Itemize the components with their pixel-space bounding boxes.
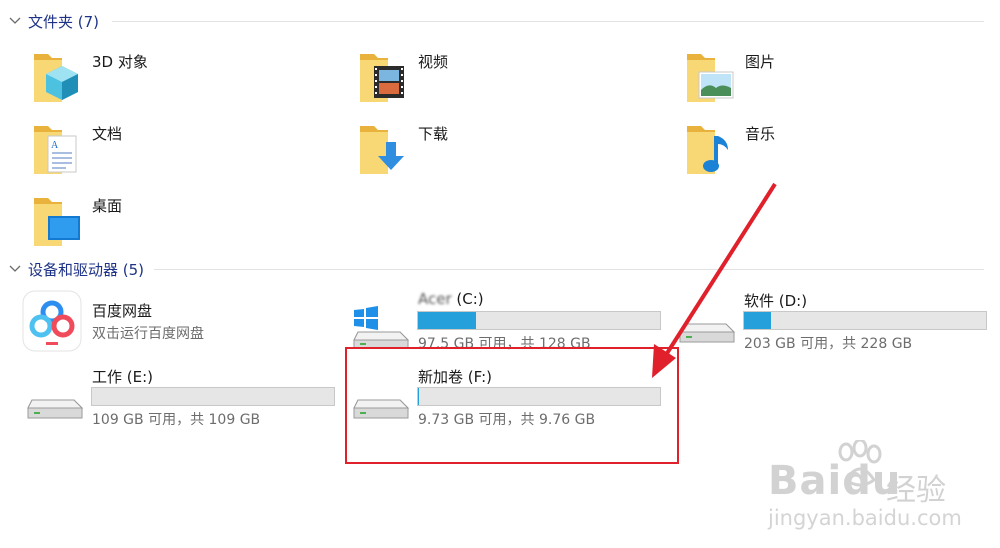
drive-e[interactable]: 工作 (E:) 109 GB 可用，共 109 GB xyxy=(22,364,342,430)
baidu-netdisk-item[interactable]: 百度网盘 双击运行百度网盘 xyxy=(20,288,330,354)
drive-usage-fill xyxy=(418,312,476,329)
downloads-folder-icon xyxy=(360,126,404,174)
videos-folder-icon xyxy=(360,54,404,102)
folder-label: 图片 xyxy=(745,53,776,71)
devices-section-title: 设备和驱动器 (5) xyxy=(28,261,145,279)
baidu-netdisk-icon xyxy=(22,290,82,352)
drive-usage-fill xyxy=(744,312,771,329)
section-divider xyxy=(154,269,984,270)
hard-drive-icon xyxy=(679,323,736,343)
drive-space-info: 109 GB 可用，共 109 GB xyxy=(92,412,261,428)
watermark-brand: Baidu xyxy=(768,458,902,504)
windows-drive-icon xyxy=(353,306,410,349)
folders-section-title: 文件夹 (7) xyxy=(28,13,100,31)
music-folder-icon xyxy=(687,126,728,174)
baidu-jingyan-watermark: Baidu 经验 jingyan.baidu.com xyxy=(768,440,990,540)
folder-label: 音乐 xyxy=(745,125,776,143)
folder-music[interactable]: 音乐 xyxy=(683,116,983,180)
drive-usage-bar xyxy=(417,311,661,330)
folder-label: 桌面 xyxy=(92,197,123,215)
drive-space-info: 203 GB 可用，共 228 GB xyxy=(744,336,913,352)
drive-d[interactable]: 软件 (D:) 203 GB 可用，共 228 GB xyxy=(674,288,994,354)
baidu-netdisk-name: 百度网盘 xyxy=(92,302,153,320)
pictures-folder-icon xyxy=(687,54,734,102)
highlight-box xyxy=(345,347,679,464)
folder-documents[interactable]: A 文档 xyxy=(30,116,330,180)
documents-folder-icon: A xyxy=(34,126,77,174)
folder-downloads[interactable]: 下载 xyxy=(356,116,656,180)
folder-desktop[interactable]: 桌面 xyxy=(30,188,330,252)
folder-label: 文档 xyxy=(92,125,123,143)
folder-label: 下载 xyxy=(418,125,449,143)
watermark-url: jingyan.baidu.com xyxy=(768,506,962,530)
drive-name: 软件 (D:) xyxy=(744,292,808,310)
drive-usage-bar xyxy=(91,387,335,406)
baidu-netdisk-subtitle: 双击运行百度网盘 xyxy=(92,326,204,342)
chevron-down-icon[interactable] xyxy=(8,14,22,28)
section-divider xyxy=(112,21,984,22)
folders-section-header[interactable]: 文件夹 (7) xyxy=(0,10,1000,32)
desktop-folder-icon xyxy=(34,198,80,246)
folder-label: 视频 xyxy=(418,53,449,71)
folder-pictures[interactable]: 图片 xyxy=(683,44,983,108)
3d-objects-folder-icon xyxy=(34,54,78,102)
folder-3d-objects[interactable]: 3D 对象 xyxy=(30,44,330,108)
drive-usage-bar xyxy=(743,311,987,330)
chevron-down-icon[interactable] xyxy=(8,262,22,276)
devices-section-header[interactable]: 设备和驱动器 (5) xyxy=(0,258,1000,280)
drive-name-prefix: Acer xyxy=(418,290,452,308)
folder-videos[interactable]: 视频 xyxy=(356,44,656,108)
watermark-cn: 经验 xyxy=(886,473,946,508)
drive-c[interactable]: Acer (C:) 97.5 GB 可用，共 128 GB xyxy=(348,288,668,354)
hard-drive-icon xyxy=(27,399,84,419)
folder-label: 3D 对象 xyxy=(92,53,148,71)
svg-text:A: A xyxy=(51,140,59,151)
drive-name: 工作 (E:) xyxy=(92,368,154,386)
drive-letter: (C:) xyxy=(456,290,484,308)
drive-name: Acer (C:) xyxy=(418,290,484,308)
